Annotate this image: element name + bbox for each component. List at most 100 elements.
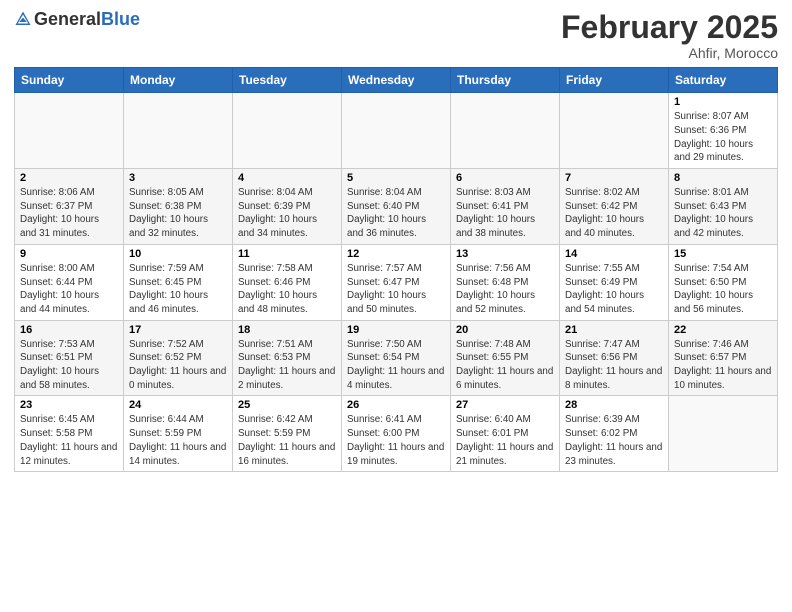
day-info: Sunrise: 8:04 AM Sunset: 6:40 PM Dayligh… xyxy=(347,186,445,241)
table-row: 17 Sunrise: 7:52 AM Sunset: 6:52 PM Dayli… xyxy=(124,320,233,396)
day-info: Sunrise: 8:00 AM Sunset: 6:44 PM Dayligh… xyxy=(20,262,118,317)
day-number: 23 xyxy=(20,399,118,411)
table-row: 6Sunrise: 8:03 AM Sunset: 6:41 PM Daylig… xyxy=(451,169,560,245)
table-row: 13 Sunrise: 7:56 AM Sunset: 6:48 PM Dayli… xyxy=(451,244,560,320)
day-info: Sunrise: 7:48 AM Sunset: 6:55 PM Dayligh… xyxy=(456,338,554,393)
table-row xyxy=(233,93,342,169)
table-row: 23 Sunrise: 6:45 AM Sunset: 5:58 PM Dayli… xyxy=(15,396,124,472)
header-wednesday: Wednesday xyxy=(342,68,451,93)
day-info: Sunrise: 7:59 AM Sunset: 6:45 PM Dayligh… xyxy=(129,262,227,317)
table-row: 24Sunrise: 6:44 AM Sunset: 5:59 PM Dayli… xyxy=(124,396,233,472)
day-info: Sunrise: 7:50 AM Sunset: 6:54 PM Dayligh… xyxy=(347,338,445,393)
calendar-week-row: 23 Sunrise: 6:45 AM Sunset: 5:58 PM Dayli… xyxy=(15,396,778,472)
day-number: 5 xyxy=(347,172,445,184)
calendar-subtitle: Ahfir, Morocco xyxy=(561,45,778,61)
table-row: 18Sunrise: 7:51 AM Sunset: 6:53 PM Dayli… xyxy=(233,320,342,396)
day-number: 18 xyxy=(238,324,336,336)
day-info: Sunrise: 6:44 AM Sunset: 5:59 PM Dayligh… xyxy=(129,413,227,468)
table-row: 2 Sunrise: 8:06 AM Sunset: 6:37 PM Daylig… xyxy=(15,169,124,245)
logo-blue-text: Blue xyxy=(101,9,140,29)
day-number: 3 xyxy=(129,172,227,184)
table-row: 14 Sunrise: 7:55 AM Sunset: 6:49 PM Dayli… xyxy=(560,244,669,320)
table-row: 4 Sunrise: 8:04 AM Sunset: 6:39 PM Daylig… xyxy=(233,169,342,245)
table-row: 12Sunrise: 7:57 AM Sunset: 6:47 PM Dayli… xyxy=(342,244,451,320)
day-info: Sunrise: 8:04 AM Sunset: 6:39 PM Dayligh… xyxy=(238,186,336,241)
day-info: Sunrise: 7:55 AM Sunset: 6:49 PM Dayligh… xyxy=(565,262,663,317)
day-number: 28 xyxy=(565,399,663,411)
header: GeneralBlue February 2025 Ahfir, Morocco xyxy=(14,10,778,61)
table-row: 11 Sunrise: 7:58 AM Sunset: 6:46 PM Dayli… xyxy=(233,244,342,320)
day-number: 12 xyxy=(347,248,445,260)
day-number: 20 xyxy=(456,324,554,336)
day-number: 1 xyxy=(674,96,772,108)
day-info: Sunrise: 7:56 AM Sunset: 6:48 PM Dayligh… xyxy=(456,262,554,317)
day-info: Sunrise: 7:53 AM Sunset: 6:51 PM Dayligh… xyxy=(20,338,118,393)
day-number: 14 xyxy=(565,248,663,260)
header-friday: Friday xyxy=(560,68,669,93)
table-row: 28 Sunrise: 6:39 AM Sunset: 6:02 PM Dayli… xyxy=(560,396,669,472)
day-number: 13 xyxy=(456,248,554,260)
table-row: 19 Sunrise: 7:50 AM Sunset: 6:54 PM Dayli… xyxy=(342,320,451,396)
calendar-week-row: 16 Sunrise: 7:53 AM Sunset: 6:51 PM Dayli… xyxy=(15,320,778,396)
day-number: 17 xyxy=(129,324,227,336)
day-info: Sunrise: 8:07 AM Sunset: 6:36 PM Dayligh… xyxy=(674,110,772,165)
table-row xyxy=(124,93,233,169)
table-row: 25 Sunrise: 6:42 AM Sunset: 5:59 PM Dayli… xyxy=(233,396,342,472)
header-saturday: Saturday xyxy=(669,68,778,93)
day-number: 19 xyxy=(347,324,445,336)
day-number: 7 xyxy=(565,172,663,184)
day-info: Sunrise: 8:06 AM Sunset: 6:37 PM Dayligh… xyxy=(20,186,118,241)
day-info: Sunrise: 7:54 AM Sunset: 6:50 PM Dayligh… xyxy=(674,262,772,317)
calendar-week-row: 9 Sunrise: 8:00 AM Sunset: 6:44 PM Daylig… xyxy=(15,244,778,320)
header-thursday: Thursday xyxy=(451,68,560,93)
day-info: Sunrise: 7:58 AM Sunset: 6:46 PM Dayligh… xyxy=(238,262,336,317)
day-number: 16 xyxy=(20,324,118,336)
weekday-header-row: Sunday Monday Tuesday Wednesday Thursday… xyxy=(15,68,778,93)
day-info: Sunrise: 6:40 AM Sunset: 6:01 PM Dayligh… xyxy=(456,413,554,468)
day-info: Sunrise: 6:45 AM Sunset: 5:58 PM Dayligh… xyxy=(20,413,118,468)
day-info: Sunrise: 8:03 AM Sunset: 6:41 PM Dayligh… xyxy=(456,186,554,241)
day-number: 9 xyxy=(20,248,118,260)
calendar-week-row: 2 Sunrise: 8:06 AM Sunset: 6:37 PM Daylig… xyxy=(15,169,778,245)
table-row: 22 Sunrise: 7:46 AM Sunset: 6:57 PM Dayli… xyxy=(669,320,778,396)
day-info: Sunrise: 7:52 AM Sunset: 6:52 PM Dayligh… xyxy=(129,338,227,393)
page: GeneralBlue February 2025 Ahfir, Morocco… xyxy=(0,0,792,612)
day-info: Sunrise: 6:39 AM Sunset: 6:02 PM Dayligh… xyxy=(565,413,663,468)
table-row xyxy=(669,396,778,472)
table-row: 5 Sunrise: 8:04 AM Sunset: 6:40 PM Daylig… xyxy=(342,169,451,245)
table-row: 20 Sunrise: 7:48 AM Sunset: 6:55 PM Dayli… xyxy=(451,320,560,396)
day-number: 2 xyxy=(20,172,118,184)
table-row: 10 Sunrise: 7:59 AM Sunset: 6:45 PM Dayli… xyxy=(124,244,233,320)
table-row xyxy=(451,93,560,169)
day-number: 15 xyxy=(674,248,772,260)
table-row: 16 Sunrise: 7:53 AM Sunset: 6:51 PM Dayli… xyxy=(15,320,124,396)
day-info: Sunrise: 8:05 AM Sunset: 6:38 PM Dayligh… xyxy=(129,186,227,241)
logo-general-text: General xyxy=(34,9,101,29)
day-number: 22 xyxy=(674,324,772,336)
day-number: 27 xyxy=(456,399,554,411)
table-row xyxy=(15,93,124,169)
table-row: 3 Sunrise: 8:05 AM Sunset: 6:38 PM Daylig… xyxy=(124,169,233,245)
table-row: 15 Sunrise: 7:54 AM Sunset: 6:50 PM Dayli… xyxy=(669,244,778,320)
calendar-week-row: 1 Sunrise: 8:07 AM Sunset: 6:36 PM Daylig… xyxy=(15,93,778,169)
header-tuesday: Tuesday xyxy=(233,68,342,93)
day-number: 10 xyxy=(129,248,227,260)
day-number: 11 xyxy=(238,248,336,260)
day-number: 25 xyxy=(238,399,336,411)
header-sunday: Sunday xyxy=(15,68,124,93)
logo: GeneralBlue xyxy=(14,10,140,28)
day-info: Sunrise: 7:46 AM Sunset: 6:57 PM Dayligh… xyxy=(674,338,772,393)
day-number: 26 xyxy=(347,399,445,411)
table-row xyxy=(560,93,669,169)
table-row: 8Sunrise: 8:01 AM Sunset: 6:43 PM Daylig… xyxy=(669,169,778,245)
day-number: 4 xyxy=(238,172,336,184)
calendar-table: Sunday Monday Tuesday Wednesday Thursday… xyxy=(14,67,778,472)
header-monday: Monday xyxy=(124,68,233,93)
table-row xyxy=(342,93,451,169)
table-row: 26Sunrise: 6:41 AM Sunset: 6:00 PM Dayli… xyxy=(342,396,451,472)
table-row: 9 Sunrise: 8:00 AM Sunset: 6:44 PM Daylig… xyxy=(15,244,124,320)
table-row: 7Sunrise: 8:02 AM Sunset: 6:42 PM Daylig… xyxy=(560,169,669,245)
day-info: Sunrise: 6:42 AM Sunset: 5:59 PM Dayligh… xyxy=(238,413,336,468)
day-info: Sunrise: 8:01 AM Sunset: 6:43 PM Dayligh… xyxy=(674,186,772,241)
table-row: 21Sunrise: 7:47 AM Sunset: 6:56 PM Dayli… xyxy=(560,320,669,396)
